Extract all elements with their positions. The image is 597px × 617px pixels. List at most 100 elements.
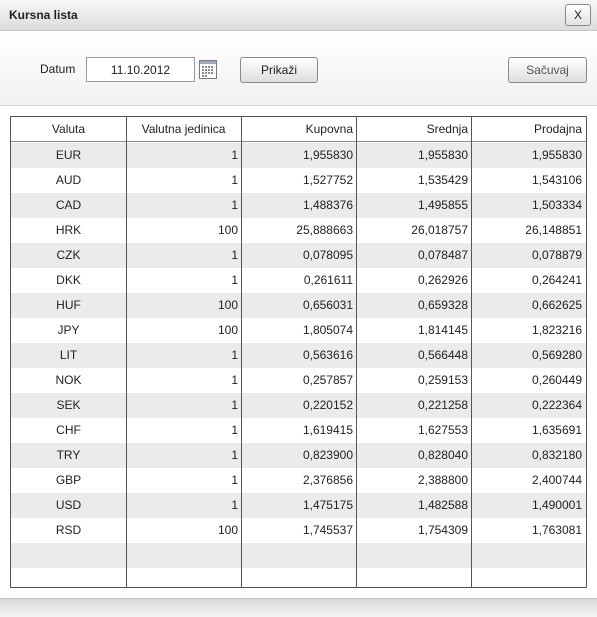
table-header: Valuta Valutna jedinica Kupovna Srednja … [11, 117, 586, 142]
table-row[interactable]: AUD 1 1,527752 1,535429 1,543106 [11, 168, 586, 193]
table-cell: CHF [56, 423, 81, 437]
show-button[interactable]: Prikaži [240, 57, 318, 83]
table-cell: 100 [217, 298, 238, 312]
table-cell: 1,495855 [417, 198, 468, 212]
table-row[interactable]: HUF 100 0,656031 0,659328 0,662625 [11, 293, 586, 318]
table-cell: 0,221258 [417, 398, 468, 412]
column-header-currency[interactable]: Valuta [11, 117, 126, 141]
table-cell: 25,888663 [296, 223, 353, 237]
table-cell: 1 [231, 373, 238, 387]
table-cell: 1,627553 [417, 423, 468, 437]
table-cell: 1,955830 [302, 148, 353, 162]
table-cell: 1 [231, 273, 238, 287]
table-row[interactable]: GBP 1 2,376856 2,388800 2,400744 [11, 468, 586, 493]
table-cell: CAD [55, 198, 82, 212]
table-cell: 0,260449 [531, 373, 582, 387]
table-row[interactable]: CHF 1 1,619415 1,627553 1,635691 [11, 418, 586, 443]
table-cell: 1 [231, 398, 238, 412]
table-cell: 0,261611 [303, 273, 353, 287]
table-cell: 2,388800 [417, 473, 468, 487]
table-cell: NOK [55, 373, 82, 387]
table-cell: 2,376856 [302, 473, 353, 487]
table-cell: 1,763081 [531, 523, 582, 537]
close-button[interactable]: X [565, 4, 591, 26]
table-cell: 1 [231, 423, 238, 437]
table-cell: 0,078879 [531, 248, 582, 262]
table-cell: 1,805074 [302, 323, 353, 337]
window-footer [0, 598, 597, 617]
table-cell: TRY [56, 448, 81, 462]
table-cell: GBP [55, 473, 82, 487]
save-button[interactable]: Sačuvaj [508, 57, 587, 83]
column-header-buying[interactable]: Kupovna [241, 117, 356, 141]
table-cell: CZK [56, 248, 81, 262]
table-cell: 0,078095 [302, 248, 353, 262]
table-cell: SEK [56, 398, 81, 412]
table-cell: 0,832180 [531, 448, 582, 462]
table-cell: 1 [231, 498, 238, 512]
table-cell: 1,635691 [531, 423, 582, 437]
table-cell: 1,745537 [302, 523, 353, 537]
table-cell: 1,490001 [531, 498, 582, 512]
table-cell: 0,823900 [302, 448, 353, 462]
table-cell: 1 [231, 198, 238, 212]
table-cell: 1,482588 [417, 498, 468, 512]
table-cell: 1 [231, 348, 238, 362]
table-row[interactable]: SEK 1 0,220152 0,221258 0,222364 [11, 393, 586, 418]
table-cell: AUD [55, 173, 82, 187]
table-cell: 1,754309 [417, 523, 468, 537]
table-row[interactable]: JPY 100 1,805074 1,814145 1,823216 [11, 318, 586, 343]
table-cell: HUF [56, 298, 81, 312]
table-row[interactable]: DKK 1 0,261611 0,262926 0,264241 [11, 268, 586, 293]
title-bar: Kursna lista X [0, 0, 597, 31]
column-divider [126, 117, 127, 587]
table-cell: 1,475175 [302, 498, 353, 512]
table-cell: 1,543106 [531, 173, 582, 187]
table-row[interactable]: EUR 1 1,955830 1,955830 1,955830 [11, 143, 586, 168]
column-divider [241, 117, 242, 587]
column-header-middle[interactable]: Srednja [356, 117, 471, 141]
table-cell: 0,222364 [531, 398, 582, 412]
table-row[interactable]: TRY 1 0,823900 0,828040 0,832180 [11, 443, 586, 468]
table-row[interactable]: CZK 1 0,078095 0,078487 0,078879 [11, 243, 586, 268]
table-cell: 0,257857 [302, 373, 353, 387]
table-cell: 1,488376 [302, 198, 353, 212]
table-row[interactable]: RSD 100 1,745537 1,754309 1,763081 [11, 518, 586, 543]
table-cell: 1 [231, 473, 238, 487]
table-cell: 1 [231, 248, 238, 262]
table-cell: 26,018757 [411, 223, 468, 237]
table-cell: 0,563616 [302, 348, 353, 362]
table-row[interactable]: NOK 1 0,257857 0,259153 0,260449 [11, 368, 586, 393]
table-cell: 0,259153 [417, 373, 468, 387]
empty-table-row [11, 543, 586, 568]
calendar-icon[interactable] [199, 60, 217, 79]
table-cell: 0,569280 [531, 348, 582, 362]
table-cell: 1,814145 [417, 323, 468, 337]
empty-table-row [11, 568, 586, 587]
table-cell: EUR [55, 148, 82, 162]
table-cell: 1 [231, 173, 238, 187]
table-row[interactable]: HRK 100 25,888663 26,018757 26,148851 [11, 218, 586, 243]
table-cell: LIT [59, 348, 78, 362]
table-row[interactable]: USD 1 1,475175 1,482588 1,490001 [11, 493, 586, 518]
table-cell: 1,503334 [531, 198, 582, 212]
table-cell: RSD [55, 523, 82, 537]
table-cell: 100 [217, 223, 238, 237]
table-cell: 0,078487 [417, 248, 468, 262]
table-cell: HRK [55, 223, 82, 237]
table-cell: 1,535429 [417, 173, 468, 187]
table-cell: 1,823216 [531, 323, 582, 337]
table-cell: 1,955830 [417, 148, 468, 162]
column-header-selling[interactable]: Prodajna [471, 117, 586, 141]
table-cell: 1,619415 [302, 423, 353, 437]
table-cell: 0,264241 [531, 273, 582, 287]
table-cell: 0,659328 [417, 298, 468, 312]
exchange-rate-window: Kursna lista X Datum Prikaži Sačuvaj Val… [0, 0, 597, 617]
date-input[interactable] [86, 57, 195, 82]
table-row[interactable]: LIT 1 0,563616 0,566448 0,569280 [11, 343, 586, 368]
table-row[interactable]: CAD 1 1,488376 1,495855 1,503334 [11, 193, 586, 218]
table-cell: 0,566448 [417, 348, 468, 362]
column-divider [356, 117, 357, 587]
column-header-unit[interactable]: Valutna jedinica [126, 117, 241, 141]
table-cell: 1 [231, 148, 238, 162]
